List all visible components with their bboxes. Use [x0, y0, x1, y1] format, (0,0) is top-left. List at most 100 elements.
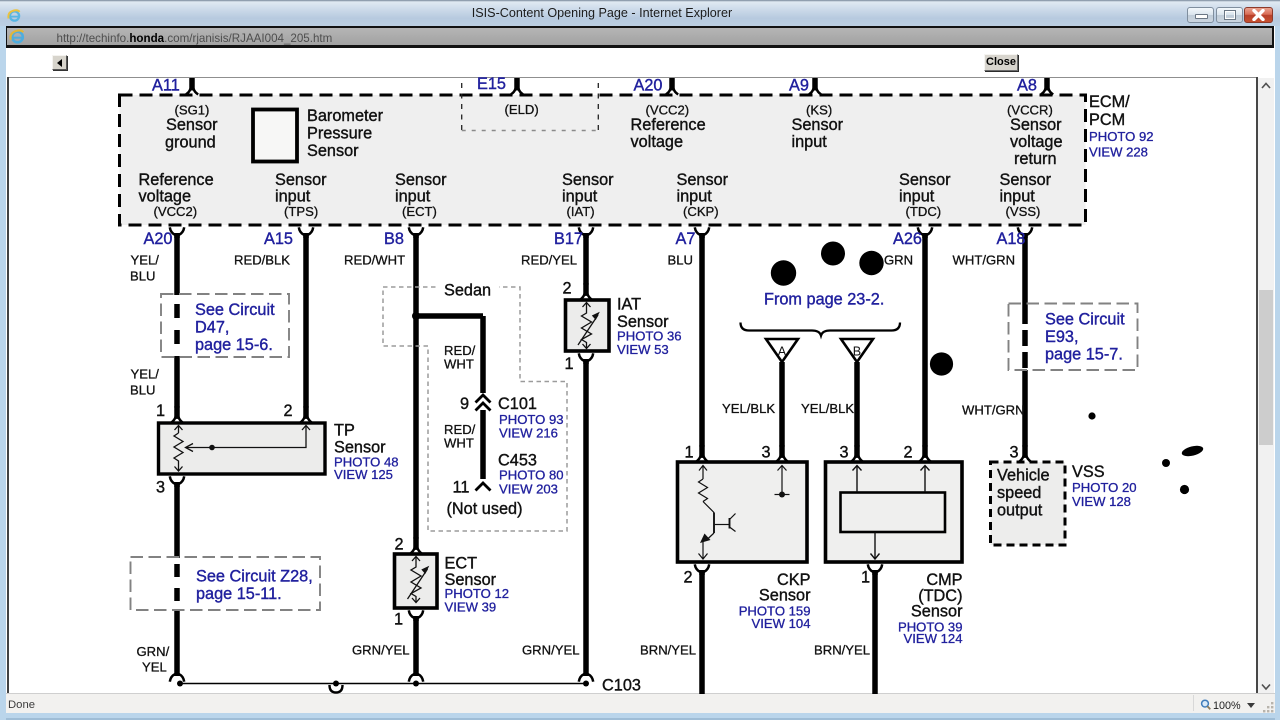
svg-text:BLU: BLU: [130, 382, 155, 397]
svg-text:GRN/YEL: GRN/YEL: [352, 643, 409, 658]
svg-text:Sensor: Sensor: [911, 602, 963, 620]
svg-text:ground: ground: [165, 133, 216, 151]
svg-text:2: 2: [563, 279, 572, 297]
svg-text:PHOTO 80: PHOTO 80: [499, 467, 564, 482]
svg-text:3: 3: [1010, 443, 1019, 461]
svg-text:D47,: D47,: [195, 319, 229, 337]
svg-text:RED/YEL: RED/YEL: [521, 253, 577, 268]
svg-text:voltage: voltage: [139, 187, 192, 205]
svg-text:3: 3: [156, 479, 165, 497]
svg-text:1: 1: [685, 443, 694, 461]
svg-text:TP: TP: [334, 421, 355, 439]
svg-text:A8: A8: [1017, 77, 1037, 95]
svg-text:YEL/BLK: YEL/BLK: [722, 401, 775, 416]
svg-text:3: 3: [762, 443, 771, 461]
svg-text:From page 23-2.: From page 23-2.: [764, 290, 884, 308]
svg-text:2: 2: [904, 443, 913, 461]
svg-text:Sensor: Sensor: [166, 116, 218, 134]
svg-text:Sensor: Sensor: [759, 586, 811, 604]
svg-text:WHT: WHT: [444, 356, 474, 371]
svg-text:VIEW 128: VIEW 128: [1072, 494, 1131, 509]
svg-text:(IAT): (IAT): [567, 204, 595, 219]
svg-text:(VSS): (VSS): [1006, 204, 1041, 219]
svg-text:Sensor: Sensor: [899, 171, 951, 189]
svg-text:A20: A20: [634, 77, 663, 95]
svg-text:(TDC): (TDC): [906, 204, 942, 219]
svg-text:2: 2: [684, 568, 693, 586]
svg-text:1: 1: [156, 402, 165, 420]
svg-text:voltage: voltage: [631, 133, 684, 151]
svg-text:speed: speed: [997, 484, 1041, 502]
svg-text:C103: C103: [602, 676, 641, 694]
svg-text:Reference: Reference: [139, 171, 214, 189]
svg-text:Sensor: Sensor: [1000, 171, 1052, 189]
svg-text:VIEW 39: VIEW 39: [445, 600, 497, 615]
svg-text:See Circuit Z28,: See Circuit Z28,: [196, 568, 313, 586]
svg-text:Sensor: Sensor: [395, 171, 447, 189]
svg-text:PCM: PCM: [1089, 111, 1125, 129]
svg-text:GRN: GRN: [884, 253, 913, 268]
svg-text:Reference: Reference: [631, 116, 706, 134]
svg-text:E15: E15: [477, 75, 506, 93]
svg-text:GRN/: GRN/: [137, 644, 170, 659]
svg-text:IAT: IAT: [617, 295, 641, 313]
svg-text:Sensor: Sensor: [1010, 116, 1062, 134]
svg-text:See Circuit: See Circuit: [1045, 311, 1125, 329]
svg-text:B: B: [853, 345, 861, 359]
svg-text:voltage: voltage: [1010, 133, 1063, 151]
svg-text:return: return: [1014, 150, 1057, 168]
svg-text:A7: A7: [676, 230, 696, 248]
svg-text:input: input: [899, 187, 935, 205]
svg-text:Sensor: Sensor: [275, 171, 327, 189]
svg-text:WHT/GRN: WHT/GRN: [962, 403, 1025, 418]
svg-text:input: input: [792, 133, 828, 151]
svg-text:BLU: BLU: [668, 253, 693, 268]
svg-text:(Not used): (Not used): [447, 500, 523, 518]
svg-text:A: A: [778, 345, 787, 359]
svg-text:Sensor: Sensor: [307, 142, 359, 160]
svg-text:BLU: BLU: [130, 268, 155, 283]
svg-text:(CKP): (CKP): [683, 204, 719, 219]
svg-text:YEL/: YEL/: [131, 367, 160, 382]
svg-text:B17: B17: [554, 230, 583, 248]
svg-text:YEL: YEL: [142, 659, 167, 674]
svg-text:Sedan: Sedan: [444, 282, 491, 300]
svg-text:1: 1: [565, 355, 574, 373]
svg-text:output: output: [997, 501, 1043, 519]
svg-text:RED/BLK: RED/BLK: [234, 253, 290, 268]
svg-text:1: 1: [394, 610, 403, 628]
svg-text:ECT: ECT: [445, 554, 478, 572]
svg-text:page 15-6.: page 15-6.: [195, 336, 273, 354]
svg-text:Barometer: Barometer: [307, 107, 384, 125]
svg-text:PHOTO 20: PHOTO 20: [1072, 480, 1137, 495]
svg-text:E93,: E93,: [1045, 328, 1079, 346]
svg-text:YEL/BLK: YEL/BLK: [801, 401, 854, 416]
svg-text:VIEW 216: VIEW 216: [499, 425, 558, 440]
svg-text:VIEW 228: VIEW 228: [1089, 144, 1148, 159]
svg-text:A11: A11: [152, 77, 180, 95]
svg-text:Pressure: Pressure: [307, 125, 372, 143]
svg-text:Sensor: Sensor: [562, 171, 614, 189]
svg-text:9: 9: [460, 395, 469, 413]
svg-text:input: input: [395, 187, 431, 205]
svg-text:B8: B8: [384, 230, 404, 248]
svg-text:A15: A15: [264, 230, 293, 248]
svg-text:11: 11: [453, 479, 470, 497]
svg-text:Vehicle: Vehicle: [997, 466, 1050, 484]
svg-text:Sensor: Sensor: [677, 171, 729, 189]
svg-text:(VCC2): (VCC2): [154, 204, 198, 219]
svg-text:(ELD): (ELD): [505, 102, 539, 117]
svg-text:WHT/GRN: WHT/GRN: [953, 253, 1016, 268]
svg-text:YEL/: YEL/: [131, 253, 160, 268]
svg-text:RED/WHT: RED/WHT: [344, 253, 405, 268]
svg-text:VIEW 203: VIEW 203: [499, 481, 558, 496]
svg-text:page 15-7.: page 15-7.: [1045, 346, 1123, 364]
svg-text:ECM/: ECM/: [1089, 93, 1130, 111]
svg-text:(TPS): (TPS): [284, 204, 318, 219]
svg-text:input: input: [677, 187, 713, 205]
svg-text:GRN/YEL: GRN/YEL: [522, 643, 579, 658]
svg-text:Sensor: Sensor: [792, 116, 844, 134]
svg-text:C101: C101: [498, 395, 537, 413]
svg-text:A18: A18: [997, 230, 1026, 248]
svg-text:2: 2: [284, 402, 293, 420]
